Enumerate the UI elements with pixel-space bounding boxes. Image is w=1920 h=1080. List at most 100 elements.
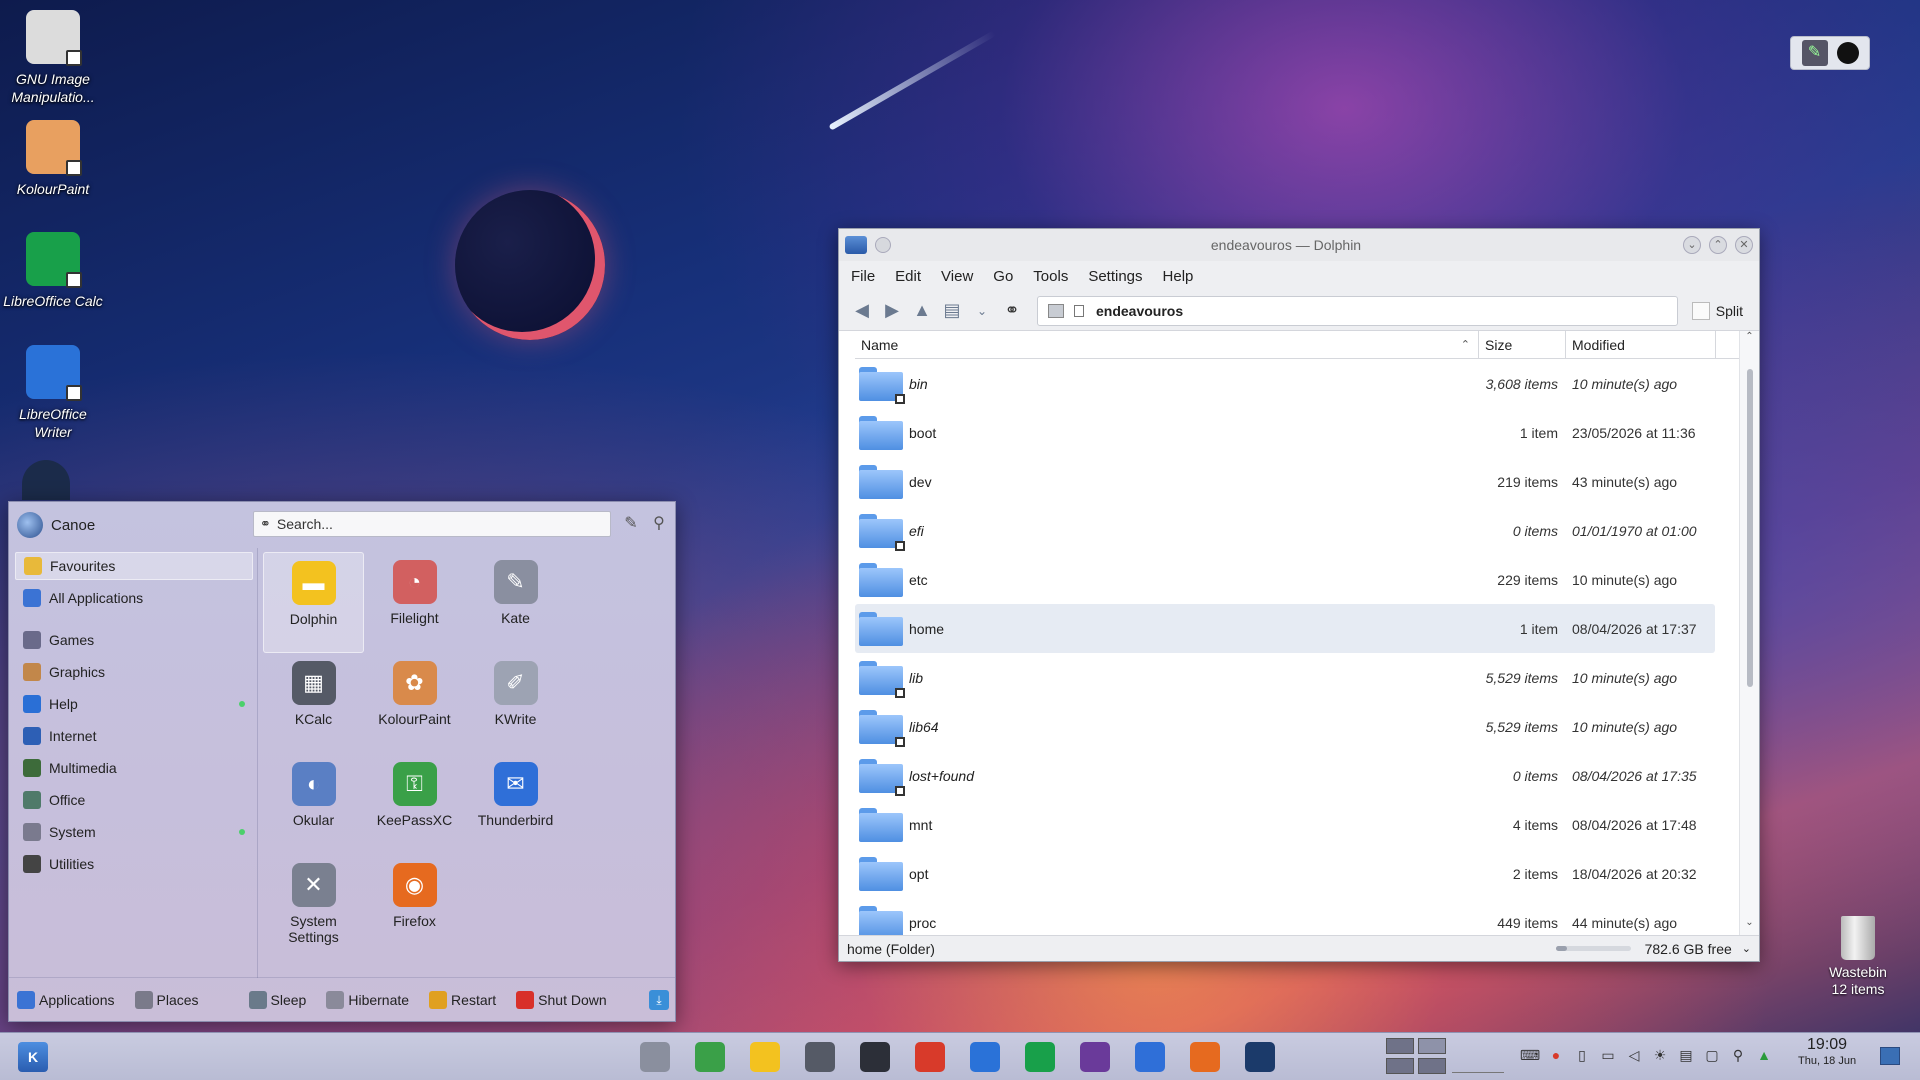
location-segment[interactable]: endeavouros <box>1096 303 1183 319</box>
modified-column-header[interactable]: Modified <box>1566 331 1716 358</box>
close-button[interactable]: ✕ <box>1735 236 1753 254</box>
scroll-up-icon[interactable]: ⌃ <box>1740 331 1759 349</box>
desktop-2[interactable] <box>1418 1038 1446 1054</box>
menu-file[interactable]: File <box>851 268 875 285</box>
root-segment-icon[interactable] <box>1074 304 1084 317</box>
configure-icon[interactable]: ✎ <box>619 512 643 536</box>
up-arrow-icon[interactable]: ▲ <box>909 298 935 324</box>
split-button[interactable]: Split <box>1686 301 1749 320</box>
pin-icon[interactable]: ⚲ <box>647 512 671 536</box>
scrollbar-thumb[interactable] <box>1747 369 1753 687</box>
clock[interactable]: 19:09 Thu, 18 Jun <box>1798 1037 1856 1069</box>
display-icon[interactable]: ▢ <box>1702 1045 1722 1065</box>
app-thunderbird[interactable]: ✉ Thunderbird <box>465 754 566 855</box>
launcher-button[interactable]: K <box>18 1041 48 1072</box>
app-system-settings[interactable]: ✕ System Settings <box>263 855 364 956</box>
category-all-applications[interactable]: All Applications <box>15 584 253 612</box>
menu-help[interactable]: Help <box>1163 268 1194 285</box>
file-row[interactable]: home 1 item 08/04/2026 at 17:37 <box>855 604 1715 653</box>
desktop-3[interactable] <box>1386 1058 1414 1074</box>
desktop-1[interactable] <box>1386 1038 1414 1054</box>
switch-user-icon[interactable]: ⤓ <box>649 990 669 1010</box>
annotate-widget[interactable]: ✎ <box>1790 36 1870 70</box>
menu-go[interactable]: Go <box>993 268 1013 285</box>
file-row[interactable]: efi 0 items 01/01/1970 at 01:00 <box>855 506 1715 555</box>
restart-button[interactable]: Restart <box>429 990 496 1009</box>
desktop-icon[interactable]: LibreOffice Calc <box>3 232 103 310</box>
category-graphics[interactable]: Graphics <box>15 658 253 686</box>
drive-icon[interactable]: ▭ <box>1598 1045 1618 1065</box>
name-column-header[interactable]: Name ⌃ <box>855 331 1479 358</box>
firefox-icon[interactable] <box>1190 1042 1220 1072</box>
search-input[interactable]: ⚭ Search... <box>253 511 611 537</box>
settings-icon[interactable] <box>640 1042 670 1072</box>
file-row[interactable]: lib 5,529 items 10 minute(s) ago <box>855 653 1715 702</box>
app-kolourpaint[interactable]: ✿ KolourPaint <box>364 653 465 754</box>
keep-above-button[interactable] <box>875 237 891 253</box>
app-filelight[interactable]: ◔ Filelight <box>364 552 465 653</box>
size-column-header[interactable]: Size <box>1479 331 1566 358</box>
free-space-label[interactable]: 782.6 GB free <box>1645 941 1732 957</box>
terminal-icon[interactable] <box>860 1042 890 1072</box>
folder-icon[interactable] <box>750 1042 780 1072</box>
wastebin[interactable]: Wastebin 12 items <box>1808 916 1908 998</box>
app-keepassxc[interactable]: ⚿ KeePassXC <box>364 754 465 855</box>
calc-icon[interactable] <box>1025 1042 1055 1072</box>
location-bar[interactable]: endeavouros <box>1037 295 1678 326</box>
minimize-button[interactable]: ⌄ <box>1683 236 1701 254</box>
writer-icon[interactable] <box>970 1042 1000 1072</box>
dolphin-app-icon[interactable] <box>845 236 867 254</box>
notes-icon[interactable]: ▤ <box>1676 1045 1696 1065</box>
back-arrow-icon[interactable]: ◀ <box>849 298 875 324</box>
pen-icon[interactable]: ✎ <box>1801 40 1828 66</box>
tor-icon[interactable] <box>1080 1042 1110 1072</box>
menu-edit[interactable]: Edit <box>895 268 921 285</box>
file-row[interactable]: lib64 5,529 items 10 minute(s) ago <box>855 702 1715 751</box>
category-favourites[interactable]: Favourites <box>15 552 253 580</box>
desktop-4[interactable] <box>1418 1058 1446 1074</box>
binoculars-icon[interactable]: ⚭ <box>999 298 1025 324</box>
category-utilities[interactable]: Utilities <box>15 850 253 878</box>
file-row[interactable]: mnt 4 items 08/04/2026 at 17:48 <box>855 800 1715 849</box>
category-multimedia[interactable]: Multimedia <box>15 754 253 782</box>
places-button[interactable]: Places <box>134 990 199 1009</box>
dolphin-titlebar[interactable]: endeavouros — Dolphin ⌄ ⌃ ✕ <box>839 229 1759 261</box>
color-dot-icon[interactable] <box>1836 42 1859 64</box>
volume-icon[interactable]: ◁ <box>1624 1045 1644 1065</box>
app-dolphin[interactable]: ▬ Dolphin <box>263 552 364 653</box>
file-row[interactable]: boot 1 item 23/05/2026 at 11:36 <box>855 408 1715 457</box>
virtual-desktop-pager[interactable] <box>1386 1038 1446 1074</box>
hibernate-button[interactable]: Hibernate <box>326 990 409 1009</box>
menu-view[interactable]: View <box>941 268 973 285</box>
menu-tools[interactable]: Tools <box>1033 268 1068 285</box>
tomato-icon[interactable] <box>915 1042 945 1072</box>
category-system[interactable]: System <box>15 818 253 846</box>
monitor-icon[interactable] <box>805 1042 835 1072</box>
maximize-button[interactable]: ⌃ <box>1709 236 1727 254</box>
steam-desktop-icon[interactable] <box>22 460 70 500</box>
chevron-down-icon[interactable]: ⌄ <box>969 298 995 324</box>
scroll-down-icon[interactable]: ⌄ <box>1740 917 1759 935</box>
menu-settings[interactable]: Settings <box>1088 268 1142 285</box>
update-icon[interactable]: ▲ <box>1754 1045 1774 1065</box>
file-row[interactable]: bin 3,608 items 10 minute(s) ago <box>855 359 1715 408</box>
system-monitor-graph[interactable] <box>1452 1041 1504 1073</box>
steam-icon[interactable] <box>1245 1042 1275 1072</box>
sleep-button[interactable]: Sleep <box>248 990 306 1009</box>
category-help[interactable]: Help <box>15 690 253 718</box>
file-row[interactable]: proc 449 items 44 minute(s) ago <box>855 898 1715 935</box>
clipboard-icon[interactable]: ▯ <box>1572 1045 1592 1065</box>
view-mode-icon[interactable]: ▤ <box>939 298 965 324</box>
app-kwrite[interactable]: ✐ KWrite <box>465 653 566 754</box>
vertical-scrollbar[interactable]: ⌃ ⌄ <box>1739 331 1759 935</box>
desktop-icon[interactable]: LibreOffice Writer <box>3 345 103 441</box>
tomato-icon[interactable]: ● <box>1546 1045 1566 1065</box>
file-row[interactable]: opt 2 items 18/04/2026 at 20:32 <box>855 849 1715 898</box>
file-row[interactable]: etc 229 items 10 minute(s) ago <box>855 555 1715 604</box>
desktop-icon[interactable]: GNU Image Manipulatio... <box>3 10 103 106</box>
file-row[interactable]: dev 219 items 43 minute(s) ago <box>855 457 1715 506</box>
desktop-icon[interactable]: KolourPaint <box>3 120 103 198</box>
category-internet[interactable]: Internet <box>15 722 253 750</box>
keepass-icon[interactable] <box>695 1042 725 1072</box>
file-row[interactable]: lost+found 0 items 08/04/2026 at 17:35 <box>855 751 1715 800</box>
